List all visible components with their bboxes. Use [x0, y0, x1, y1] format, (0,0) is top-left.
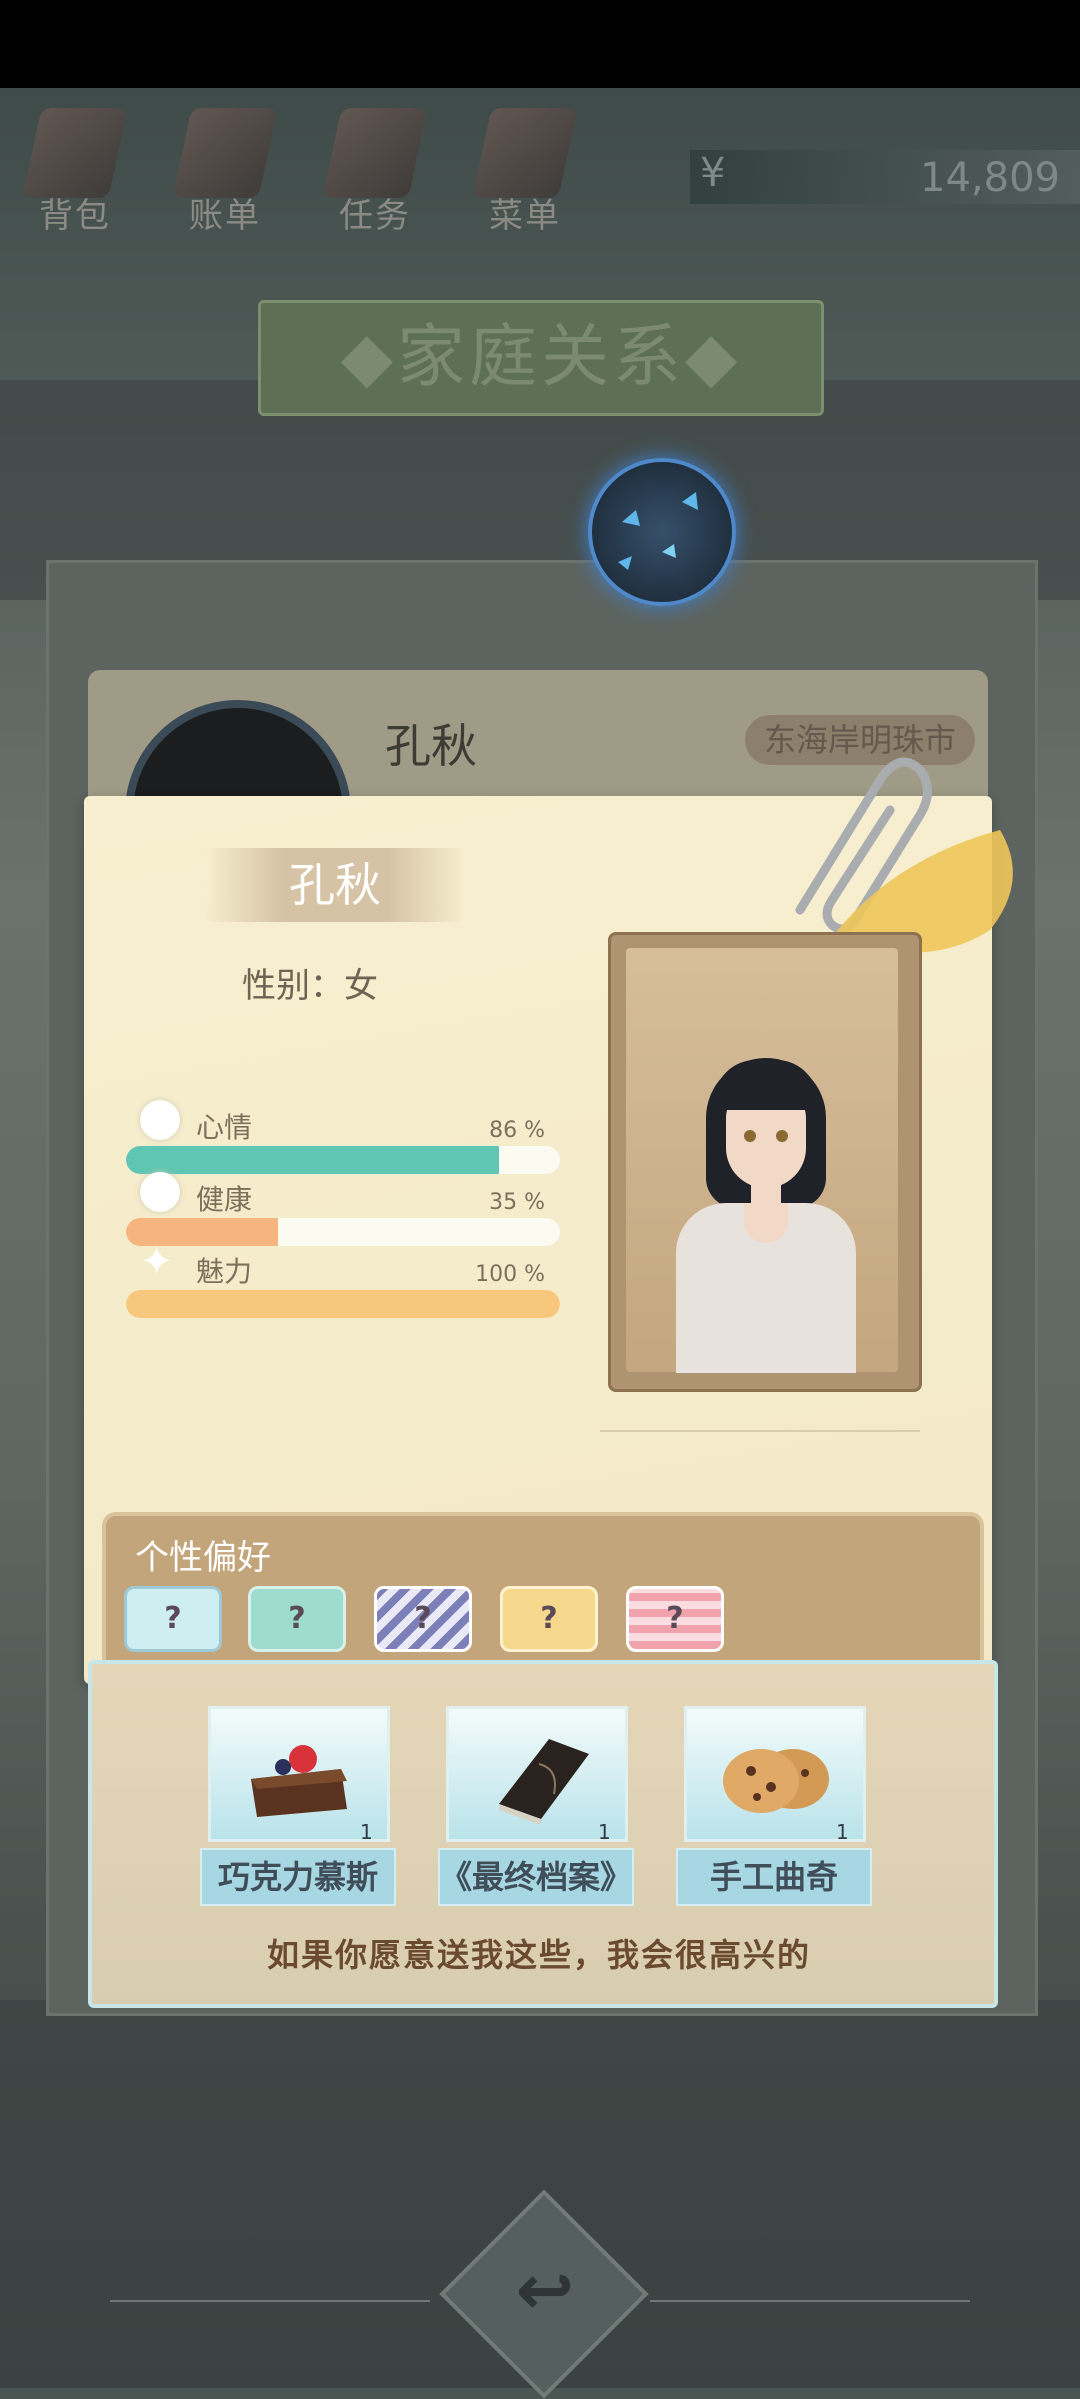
- deco-line-right: [650, 2300, 970, 2302]
- gift-name-cookie: 手工曲奇: [676, 1848, 872, 1906]
- preference-food[interactable]: ?: [124, 1586, 222, 1652]
- charm-label: 魅力: [196, 1255, 253, 1288]
- preference-book[interactable]: ?: [248, 1586, 346, 1652]
- gift-name-mousse: 巧克力慕斯: [200, 1848, 396, 1906]
- nav-bag-button[interactable]: 背包: [10, 100, 140, 250]
- gift-quantity: 1: [360, 1820, 373, 1844]
- sparkle-icon: ✦: [140, 1239, 174, 1285]
- task-list-icon: [322, 108, 428, 198]
- mood-bar: [126, 1146, 560, 1174]
- gift-message: 如果你愿意送我这些，我会很高兴的: [266, 1936, 811, 1974]
- back-card-name: 孔秋: [385, 719, 477, 773]
- nav-menu-button[interactable]: 菜单: [460, 100, 590, 250]
- preference-candy[interactable]: ?: [626, 1586, 724, 1652]
- mood-bar-fill: [126, 1146, 500, 1174]
- return-arrow-icon[interactable]: ↩: [505, 2250, 585, 2330]
- nav-bill-button[interactable]: 账单: [160, 100, 290, 250]
- charm-bar: [126, 1290, 560, 1318]
- butterfly-orb-icon: [588, 458, 736, 606]
- mood-label: 心情: [196, 1111, 253, 1144]
- health-percent: 35 %: [489, 1190, 545, 1215]
- currency-icon: ¥: [700, 150, 726, 196]
- charm-percent: 100 %: [475, 1262, 545, 1287]
- preference-item[interactable]: ?: [374, 1586, 472, 1652]
- ornament-divider: [600, 1430, 920, 1432]
- preferences-title: 个性偏好: [135, 1538, 271, 1578]
- character-portrait: [626, 948, 898, 1373]
- mood-icon: [140, 1100, 180, 1140]
- health-bar: [126, 1218, 560, 1246]
- wallet-icon: [172, 108, 278, 198]
- heart-icon: [140, 1172, 180, 1212]
- health-label: 健康: [196, 1183, 253, 1216]
- charm-bar-fill: [126, 1290, 560, 1318]
- menu-icon: [472, 108, 578, 198]
- gift-quantity: 1: [836, 1820, 849, 1844]
- deco-line-left: [110, 2300, 430, 2302]
- preference-drink[interactable]: ?: [500, 1586, 598, 1652]
- gift-quantity: 1: [598, 1820, 611, 1844]
- gender-label: 性别：女: [242, 966, 378, 1006]
- status-bar: [0, 0, 1080, 88]
- bag-icon: [22, 108, 128, 198]
- mood-percent: 86 %: [489, 1118, 545, 1143]
- money-amount: 14,809: [920, 155, 1060, 201]
- gift-name-book: 《最终档案》: [438, 1848, 634, 1906]
- page-title: ◆家庭关系◆: [258, 300, 824, 416]
- profile-name: 孔秋: [205, 848, 465, 922]
- nav-task-button[interactable]: 任务: [310, 100, 440, 250]
